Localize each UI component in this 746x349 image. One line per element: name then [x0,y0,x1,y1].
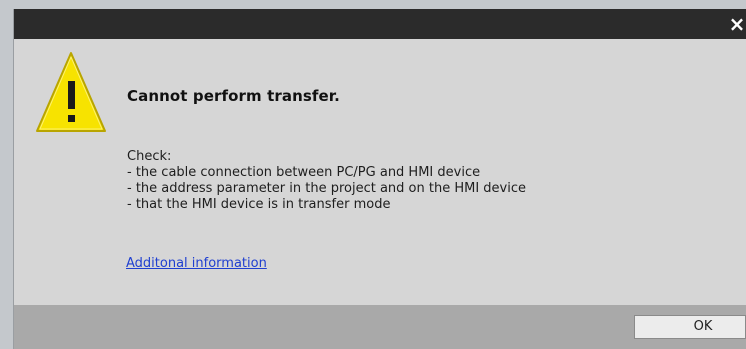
message-line: - the address parameter in the project a… [127,181,527,196]
ok-button[interactable]: OK [634,315,746,339]
warning-triangle-icon [36,52,106,132]
message-line: Check: [127,149,172,164]
close-icon[interactable]: × [726,12,746,36]
dialog-titlebar: × [14,9,746,39]
error-dialog: × Cannot perform transfer. Check: - the … [14,9,746,349]
message-line: - the cable connection between PC/PG and… [127,165,481,180]
dialog-footer: OK [14,305,746,349]
additional-information-link[interactable]: Additonal information [126,256,267,271]
message-line: - that the HMI device is in transfer mod… [127,197,391,212]
dialog-message: Check: - the cable connection between PC… [127,149,526,213]
dialog-heading: Cannot perform transfer. [127,87,340,105]
